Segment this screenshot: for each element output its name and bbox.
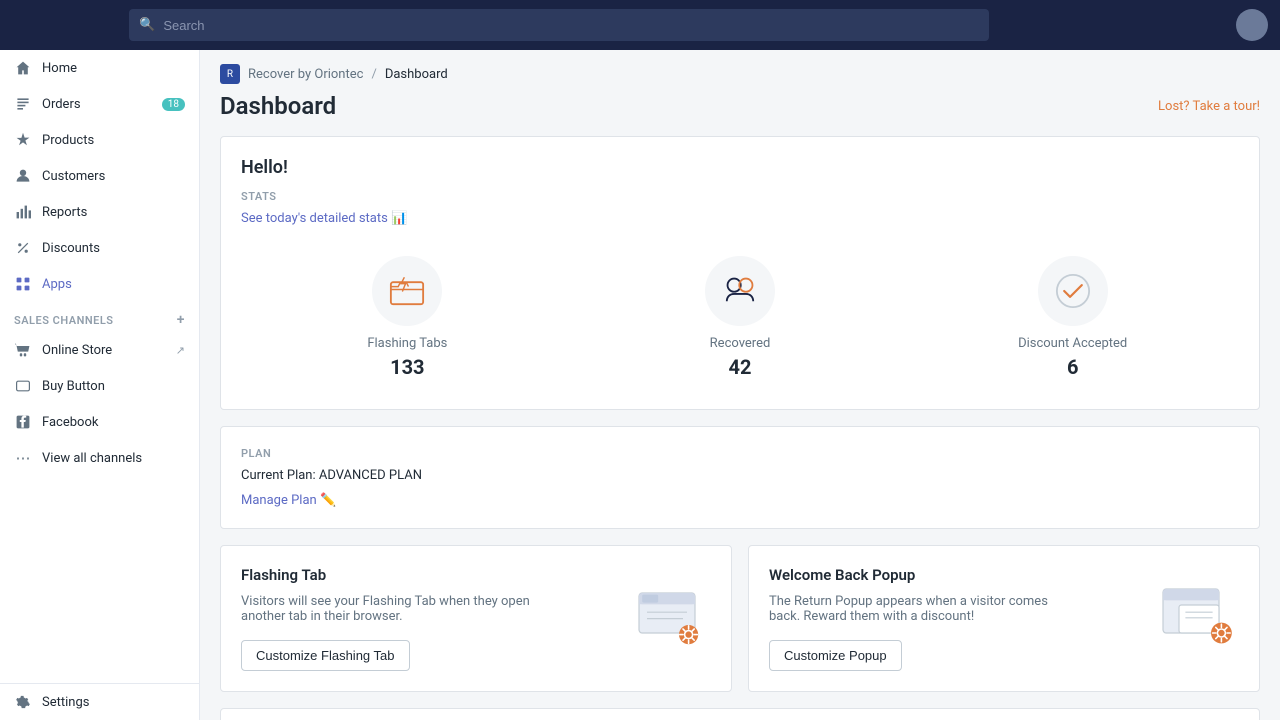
sales-channels-label: SALES CHANNELS	[14, 314, 114, 327]
stats-grid: Flashing Tabs 133 Recovered	[241, 246, 1239, 389]
app-icon: R	[220, 64, 240, 84]
breadcrumb-current: Dashboard	[385, 67, 448, 82]
sidebar: Home Orders 18 Products Customers	[0, 50, 200, 720]
general-options-card: General Options Configure	[220, 708, 1260, 720]
breadcrumb-app-name: Recover by Oriontec	[248, 67, 363, 82]
sidebar-label-facebook: Facebook	[42, 415, 98, 430]
feature-desc-flashing-tab: Visitors will see your Flashing Tab when…	[241, 594, 547, 624]
customize-flashing-tab-button[interactable]: Customize Flashing Tab	[241, 640, 410, 671]
stat-value-recovered: 42	[729, 355, 752, 379]
sidebar-item-view-all-channels[interactable]: ⋯ View all channels	[0, 440, 199, 476]
discounts-icon	[14, 239, 32, 257]
sidebar-label-reports: Reports	[42, 205, 87, 220]
search-wrap: 🔍	[129, 9, 989, 41]
stat-discount-accepted: Discount Accepted 6	[906, 246, 1239, 389]
buy-button-icon	[14, 377, 32, 395]
topbar: 🔍	[0, 0, 1280, 50]
sidebar-label-buy-button: Buy Button	[42, 379, 105, 394]
sidebar-label-products: Products	[42, 133, 94, 148]
breadcrumb-separator: /	[371, 67, 376, 82]
recovered-icon-wrap	[705, 256, 775, 326]
customize-popup-button[interactable]: Customize Popup	[769, 640, 902, 671]
sidebar-label-apps: Apps	[42, 277, 72, 292]
sidebar-item-reports[interactable]: Reports	[0, 194, 199, 230]
settings-icon	[14, 693, 32, 711]
sidebar-label-orders: Orders	[42, 97, 81, 112]
search-input[interactable]	[129, 9, 989, 41]
stat-name-recovered: Recovered	[710, 336, 771, 351]
sidebar-item-products[interactable]: Products	[0, 122, 199, 158]
stat-value-discount-accepted: 6	[1067, 355, 1078, 379]
welcome-popup-feature-icon	[1159, 582, 1239, 656]
plan-label: PLAN	[241, 447, 1239, 460]
orders-badge: 18	[162, 98, 185, 111]
home-icon	[14, 59, 32, 77]
search-icon: 🔍	[139, 18, 155, 33]
sidebar-item-home[interactable]: Home	[0, 50, 199, 86]
manage-plan-link[interactable]: Manage Plan ✏️	[241, 493, 336, 508]
sidebar-item-buy-button[interactable]: Buy Button	[0, 368, 199, 404]
store-icon	[14, 341, 32, 359]
discount-icon-wrap	[1038, 256, 1108, 326]
external-link-icon: ↗	[176, 344, 185, 357]
hello-text: Hello!	[241, 157, 1239, 178]
sidebar-item-orders[interactable]: Orders 18	[0, 86, 199, 122]
facebook-icon	[14, 413, 32, 431]
flashing-tabs-icon-wrap	[372, 256, 442, 326]
avatar[interactable]	[1236, 9, 1268, 41]
more-icon: ⋯	[14, 449, 32, 467]
stat-name-discount-accepted: Discount Accepted	[1018, 336, 1127, 351]
sidebar-item-facebook[interactable]: Facebook	[0, 404, 199, 440]
sidebar-item-customers[interactable]: Customers	[0, 158, 199, 194]
products-icon	[14, 131, 32, 149]
recovered-icon	[718, 269, 762, 313]
sidebar-label-customers: Customers	[42, 169, 105, 184]
feature-card-flashing-tab: Flashing Tab Visitors will see your Flas…	[220, 545, 732, 692]
plan-text: Current Plan: ADVANCED PLAN	[241, 468, 1239, 483]
see-stats-link[interactable]: See today's detailed stats 📊	[241, 211, 407, 226]
stats-card: Hello! STATS See today's detailed stats …	[220, 136, 1260, 410]
settings-label: Settings	[42, 695, 89, 710]
chart-icon: 📊	[391, 211, 407, 226]
flashing-tab-feature-icon	[631, 582, 711, 656]
sidebar-item-settings[interactable]: Settings	[0, 683, 199, 720]
plan-card: PLAN Current Plan: ADVANCED PLAN Manage …	[220, 426, 1260, 529]
features-row: Flashing Tab Visitors will see your Flas…	[220, 545, 1260, 692]
dashboard-header: Dashboard Lost? Take a tour!	[220, 92, 1260, 120]
stats-label: STATS	[241, 190, 1239, 203]
discount-accepted-icon	[1051, 269, 1095, 313]
feature-desc-welcome-popup: The Return Popup appears when a visitor …	[769, 594, 1075, 624]
main-content: R Recover by Oriontec / Dashboard Dashbo…	[200, 50, 1280, 720]
stat-flashing-tabs: Flashing Tabs 133	[241, 246, 574, 389]
dashboard: Dashboard Lost? Take a tour! Hello! STAT…	[200, 92, 1280, 720]
sidebar-label-home: Home	[42, 61, 77, 76]
page-title: Dashboard	[220, 92, 336, 120]
sidebar-item-online-store[interactable]: Online Store ↗	[0, 332, 199, 368]
orders-icon	[14, 95, 32, 113]
reports-icon	[14, 203, 32, 221]
apps-icon	[14, 275, 32, 293]
flashing-tabs-icon	[385, 269, 429, 313]
add-channel-icon[interactable]: +	[177, 312, 185, 328]
customers-icon	[14, 167, 32, 185]
stat-recovered: Recovered 42	[574, 246, 907, 389]
tour-link[interactable]: Lost? Take a tour!	[1158, 99, 1260, 114]
breadcrumb: R Recover by Oriontec / Dashboard	[200, 50, 1280, 92]
view-all-channels-label: View all channels	[42, 451, 142, 466]
sidebar-item-discounts[interactable]: Discounts	[0, 230, 199, 266]
layout: Home Orders 18 Products Customers	[0, 50, 1280, 720]
stat-name-flashing-tabs: Flashing Tabs	[367, 336, 447, 351]
stat-value-flashing-tabs: 133	[390, 355, 424, 379]
feature-card-welcome-popup: Welcome Back Popup The Return Popup appe…	[748, 545, 1260, 692]
sidebar-label-online-store: Online Store	[42, 343, 112, 358]
sidebar-item-apps[interactable]: Apps	[0, 266, 199, 302]
sidebar-label-discounts: Discounts	[42, 241, 100, 256]
pencil-icon: ✏️	[320, 493, 336, 508]
sales-channels-header: SALES CHANNELS +	[0, 302, 199, 332]
